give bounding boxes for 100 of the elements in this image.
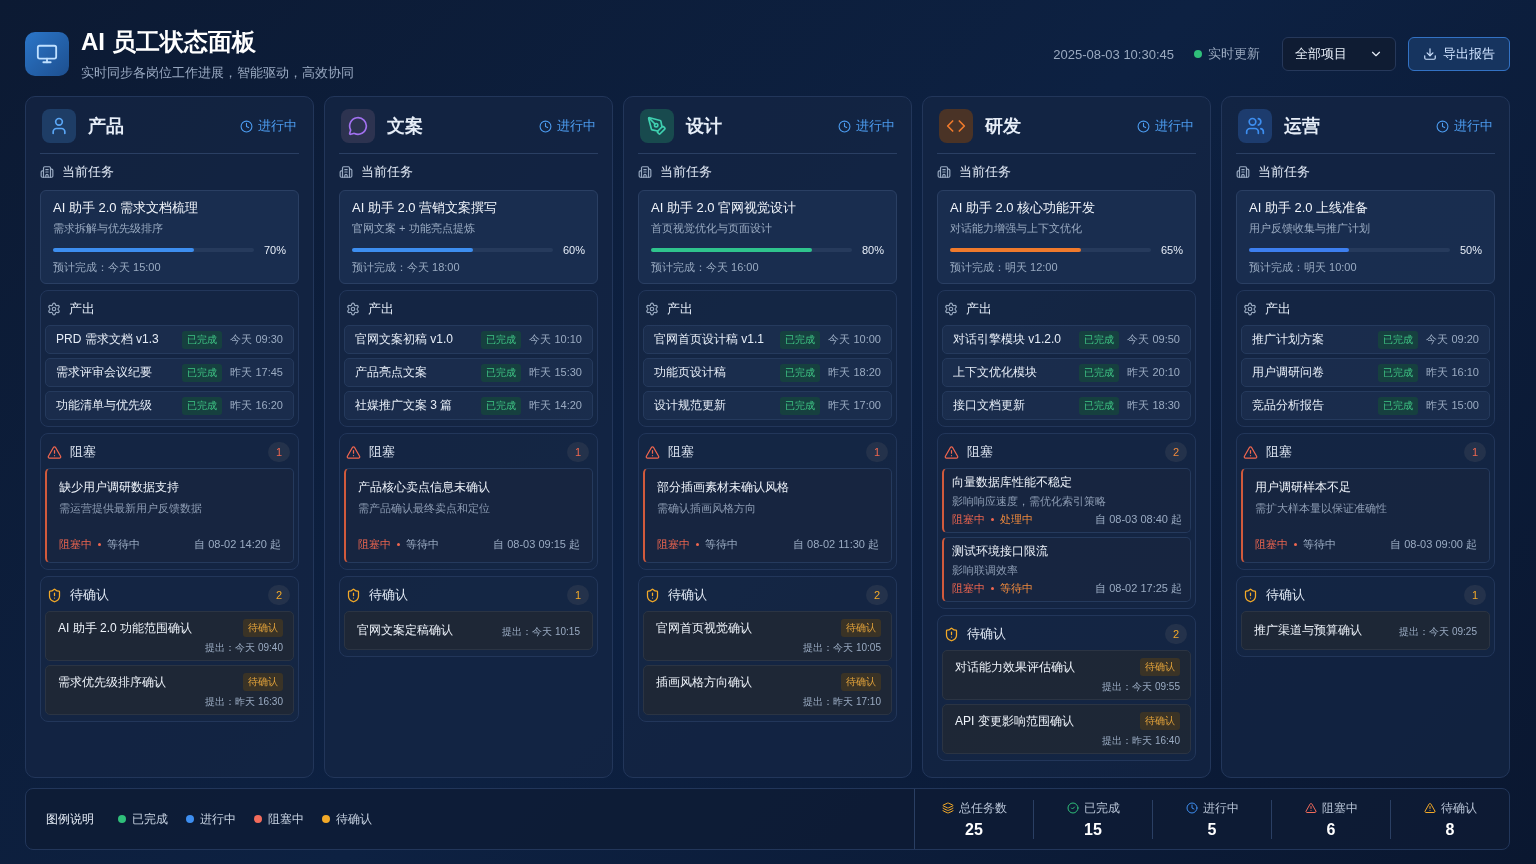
section-title: 待确认 <box>369 586 408 604</box>
count-badge: 2 <box>866 585 888 605</box>
pending-item[interactable]: 官网文案定稿确认 提出：今天 10:15 <box>344 611 593 650</box>
pending-tag: 待确认 <box>243 619 283 637</box>
blocker-title: 缺少用户调研数据支持 <box>59 479 180 496</box>
output-time: 今天 09:30 <box>230 332 283 347</box>
pending-item[interactable]: AI 助手 2.0 功能范围确认 待确认 提出：今天 09:40 <box>45 611 294 661</box>
stat-value: 5 <box>1207 820 1217 839</box>
status-tag: 已完成 <box>182 363 223 382</box>
status-tag: 已完成 <box>481 363 522 382</box>
task-description: 首页视觉优化与页面设计 <box>651 221 773 236</box>
stat-label: 待确认 <box>1440 799 1477 817</box>
pending-item[interactable]: 插画风格方向确认 待确认 提出：昨天 17:10 <box>643 665 892 715</box>
legend-label: 已完成 <box>132 810 168 828</box>
clock-icon <box>838 119 851 133</box>
pending-time: 提出：今天 09:55 <box>1102 680 1180 694</box>
output-row[interactable]: 官网首页设计稿 v1.1 已完成 今天 10:00 <box>643 325 892 354</box>
output-row[interactable]: 功能页设计稿 已完成 昨天 18:20 <box>643 358 892 387</box>
monitor-logo-icon <box>25 32 69 76</box>
output-time: 昨天 20:10 <box>1127 365 1180 380</box>
output-row[interactable]: 需求评审会议纪要 已完成 昨天 17:45 <box>45 358 294 387</box>
building-icon <box>339 165 353 179</box>
output-row[interactable]: 功能清单与优先级 已完成 昨天 16:20 <box>45 391 294 420</box>
output-row[interactable]: 推广计划方案 已完成 今天 09:20 <box>1241 325 1490 354</box>
eta-text: 预计完成：今天 15:00 <box>53 260 162 275</box>
progress-percent: 80% <box>861 244 884 256</box>
output-row[interactable]: 设计规范更新 已完成 昨天 17:00 <box>643 391 892 420</box>
section-title: 当前任务 <box>1258 163 1310 181</box>
legend-label: 进行中 <box>200 810 236 828</box>
blocker-since: 自 08-02 14:20 起 <box>194 537 281 552</box>
pending-item[interactable]: 官网首页视觉确认 待确认 提出：今天 10:05 <box>643 611 892 661</box>
warning-icon <box>944 444 959 460</box>
output-row[interactable]: 竞品分析报告 已完成 昨天 15:00 <box>1241 391 1490 420</box>
department-name: 运营 <box>1284 115 1321 138</box>
status-label: 进行中 <box>557 117 596 135</box>
progress-percent: 70% <box>263 244 286 256</box>
settings-icon <box>944 302 958 316</box>
output-time: 昨天 16:20 <box>230 398 283 413</box>
section-title: 当前任务 <box>660 163 712 181</box>
settings-icon <box>47 302 61 316</box>
live-label: 实时更新 <box>1208 45 1260 63</box>
section-title: 待确认 <box>967 625 1006 643</box>
output-row[interactable]: 产品亮点文案 已完成 昨天 15:30 <box>344 358 593 387</box>
project-select[interactable]: 全部项目 <box>1282 37 1396 71</box>
building-icon <box>40 165 54 179</box>
stat-value: 15 <box>1084 820 1102 839</box>
blocker-title: 部分插画素材未确认风格 <box>657 479 790 496</box>
blocker-item[interactable]: 缺少用户调研数据支持 需运营提供最新用户反馈数据 阻塞中 等待中 自 08-02 14:20 起 <box>45 468 294 563</box>
count-badge: 1 <box>1464 585 1486 605</box>
count-badge: 2 <box>1165 442 1187 462</box>
blocker-item[interactable]: 部分插画素材未确认风格 需确认插画风格方向 阻塞中 等待中 自 08-02 11:30 起 <box>643 468 892 563</box>
section-title: 阻塞 <box>70 443 96 461</box>
task-title: AI 助手 2.0 官网视觉设计 <box>651 199 798 217</box>
output-time: 昨天 18:20 <box>828 365 881 380</box>
task-title: AI 助手 2.0 上线准备 <box>1249 199 1370 217</box>
output-row[interactable]: 对话引擎模块 v1.2.0 已完成 今天 09:50 <box>942 325 1191 354</box>
status-tag: 已完成 <box>1378 330 1419 349</box>
output-time: 昨天 18:30 <box>1127 398 1180 413</box>
output-row[interactable]: 上下文优化模块 已完成 昨天 20:10 <box>942 358 1191 387</box>
department-name: 文案 <box>387 115 424 138</box>
progress-percent: 50% <box>1459 244 1482 256</box>
export-button[interactable]: 导出报告 <box>1408 37 1510 71</box>
blocker-description: 影响响应速度，需优化索引策略 <box>952 494 1107 509</box>
blocker-item[interactable]: 向量数据库性能不稳定 影响响应速度，需优化索引策略 阻塞中 处理中 自 08-03 08:40 起 <box>942 468 1191 533</box>
pending-time: 提出：今天 09:25 <box>1399 625 1477 639</box>
output-name: 对话引擎模块 v1.2.0 <box>953 331 1063 348</box>
output-row[interactable]: 接口文档更新 已完成 昨天 18:30 <box>942 391 1191 420</box>
output-time: 今天 10:10 <box>529 332 582 347</box>
output-row[interactable]: 社媒推广文案 3 篇 已完成 昨天 14:20 <box>344 391 593 420</box>
blocker-item[interactable]: 用户调研样本不足 需扩大样本量以保证准确性 阻塞中 等待中 自 08-03 09:00 起 <box>1241 468 1490 563</box>
status-tag: 已完成 <box>780 330 821 349</box>
count-badge: 1 <box>567 442 589 462</box>
blocker-substate: 处理中 <box>1000 512 1034 527</box>
status-tag: 已完成 <box>182 330 223 349</box>
blocker-since: 自 08-02 11:30 起 <box>793 537 879 552</box>
pending-item[interactable]: API 变更影响范围确认 待确认 提出：昨天 16:40 <box>942 704 1191 754</box>
pending-item[interactable]: 推广渠道与预算确认 提出：今天 09:25 <box>1241 611 1490 650</box>
pending-item[interactable]: 对话能力效果评估确认 待确认 提出：今天 09:55 <box>942 650 1191 700</box>
output-name: 官网首页设计稿 v1.1 <box>654 331 765 348</box>
count-badge: 2 <box>1165 624 1187 644</box>
section-title: 产出 <box>667 300 693 318</box>
settings-icon <box>645 302 659 316</box>
section-title: 待确认 <box>668 586 707 604</box>
output-row[interactable]: 用户调研问卷 已完成 昨天 16:10 <box>1241 358 1490 387</box>
alert-shield-icon <box>645 587 660 603</box>
blocker-since: 自 08-03 08:40 起 <box>1095 512 1182 527</box>
blocker-item[interactable]: 产品核心卖点信息未确认 需产品确认最终卖点和定位 阻塞中 等待中 自 08-03 09:15 起 <box>344 468 593 563</box>
output-row[interactable]: 官网文案初稿 v1.0 已完成 今天 10:10 <box>344 325 593 354</box>
status-label: 进行中 <box>1454 117 1493 135</box>
legend-label: 阻塞中 <box>268 810 304 828</box>
count-badge: 1 <box>866 442 888 462</box>
blocker-since: 自 08-03 09:00 起 <box>1390 537 1477 552</box>
pending-time: 提出：今天 10:15 <box>502 625 580 639</box>
progress-percent: 65% <box>1160 244 1183 256</box>
output-row[interactable]: PRD 需求文档 v1.3 已完成 今天 09:30 <box>45 325 294 354</box>
status-tag: 已完成 <box>1378 363 1419 382</box>
settings-icon <box>1243 302 1257 316</box>
output-name: 官网文案初稿 v1.0 <box>355 331 454 348</box>
pending-item[interactable]: 需求优先级排序确认 待确认 提出：昨天 16:30 <box>45 665 294 715</box>
blocker-item[interactable]: 测试环境接口限流 影响联调效率 阻塞中 等待中 自 08-02 17:25 起 <box>942 537 1191 602</box>
